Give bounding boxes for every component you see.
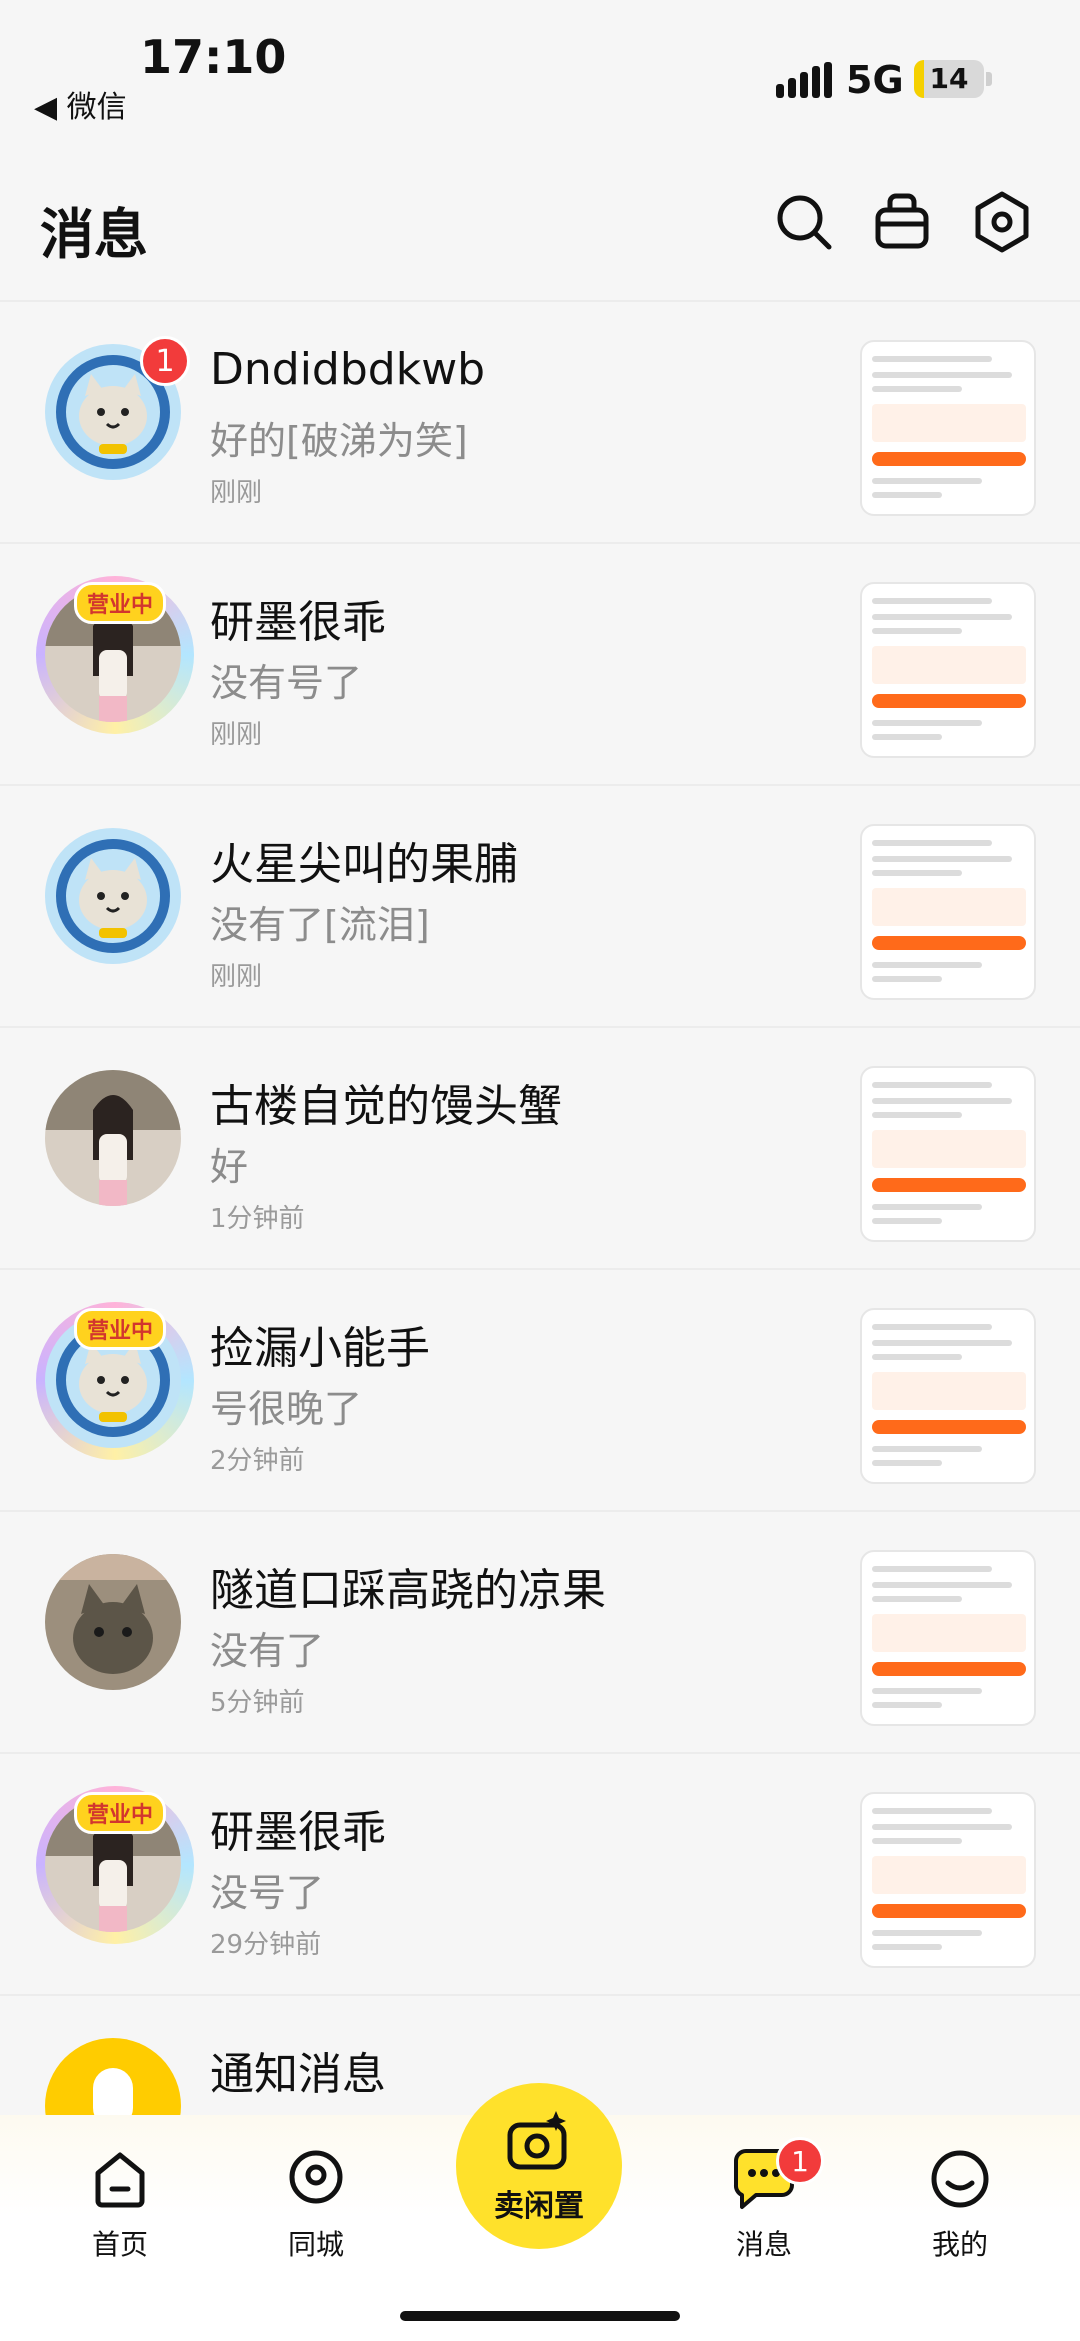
nav-home[interactable]: 首页 (50, 2143, 190, 2263)
avatar-wrapper: 营业中 (36, 1302, 194, 1460)
last-message: 好 (210, 1145, 249, 1189)
header: 消息 (0, 170, 1080, 280)
status-bar: 17:10 ◀ 微信 5G 14 (0, 0, 1080, 130)
message-time: 2分钟前 (210, 1446, 305, 1476)
nav-messages[interactable]: 1 消息 (694, 2137, 834, 2263)
battery-tip (986, 72, 992, 86)
last-message: 没有号了 (210, 661, 363, 705)
conversation-row[interactable]: 营业中 研墨很乖没号了 29分钟前 (0, 1752, 1080, 1994)
item-thumbnail[interactable] (860, 582, 1036, 758)
home-icon (95, 2152, 145, 2208)
last-message: 号很晚了 (210, 1387, 363, 1431)
message-time: 5分钟前 (210, 1688, 305, 1718)
last-message: 没有了[流泪] (210, 903, 430, 947)
messages-unread-badge: 1 (776, 2137, 824, 2185)
shop-bag-icon[interactable] (870, 190, 934, 254)
item-thumbnail[interactable] (860, 1792, 1036, 1968)
conversation-row[interactable]: 1 Dndidbdkwb 好的[破涕为笑] 刚刚 (0, 300, 1080, 542)
battery-level: 14 (929, 62, 969, 95)
avatar[interactable] (45, 1070, 181, 1206)
camera-sparkle-icon (507, 2111, 567, 2170)
contact-name: 研墨很乖 (210, 1807, 386, 1858)
search-icon[interactable] (772, 190, 836, 254)
clock: 17:10 (140, 30, 287, 84)
conversation-row[interactable]: 火星尖叫的果脯没有了[流泪] 刚刚 (0, 784, 1080, 1026)
open-for-business-badge: 营业中 (74, 1308, 167, 1350)
conversation-list: 1 Dndidbdkwb 好的[破涕为笑] 刚刚 营业中 研墨很乖 没有号了 刚刚 火星尖叫的果… (0, 300, 1080, 2236)
sell-idle-button[interactable]: 卖闲置 (456, 2083, 622, 2249)
contact-name: 隧道口踩高跷的凉果 (210, 1565, 606, 1616)
message-time: 29分钟前 (210, 1930, 322, 1960)
contact-name: 通知消息 (210, 2049, 386, 2100)
contact-name: 研墨很乖 (210, 597, 386, 648)
smile-face-icon (931, 2150, 989, 2208)
page-title: 消息 (40, 203, 148, 266)
contact-name: 古楼自觉的馒头蟹 (210, 1081, 562, 1132)
settings-icon[interactable] (970, 190, 1034, 254)
network-type: 5G (846, 58, 904, 102)
nav-label: 消息 (735, 2228, 792, 2261)
nav-label: 同城 (287, 2228, 344, 2261)
item-thumbnail[interactable] (860, 1066, 1036, 1242)
avatar-wrapper: 营业中 (36, 576, 194, 734)
open-for-business-badge: 营业中 (74, 582, 167, 624)
nav-label: 我的 (931, 2228, 988, 2261)
last-message: 没号了 (210, 1871, 325, 1915)
avatar-wrapper (40, 1064, 190, 1214)
avatar-wrapper (40, 1548, 190, 1698)
unread-count-badge: 1 (140, 336, 190, 386)
contact-name: 火星尖叫的果脯 (210, 839, 518, 890)
conversation-row[interactable]: 营业中 捡漏小能手号很晚了 2分钟前 (0, 1268, 1080, 1510)
message-time: 刚刚 (210, 962, 263, 992)
last-message: 好的[破涕为笑] (210, 419, 468, 463)
item-thumbnail[interactable] (860, 1550, 1036, 1726)
avatar[interactable] (45, 828, 181, 964)
item-thumbnail[interactable] (860, 340, 1036, 516)
conversation-row[interactable]: 隧道口踩高跷的凉果没有了 5分钟前 (0, 1510, 1080, 1752)
contact-name: 捡漏小能手 (210, 1323, 430, 1374)
avatar-wrapper: 营业中 (36, 1786, 194, 1944)
avatar-wrapper: 1 (40, 336, 190, 488)
location-icon (289, 2150, 343, 2204)
back-to-wechat-link[interactable]: ◀ 微信 (34, 82, 127, 126)
conversation-row[interactable]: 古楼自觉的馒头蟹好 1分钟前 (0, 1026, 1080, 1268)
battery-icon: 14 (914, 60, 984, 98)
nav-local[interactable]: 同城 (246, 2143, 386, 2263)
nav-label: 首页 (91, 2228, 148, 2261)
home-indicator (400, 2311, 680, 2321)
signal-icon (776, 62, 832, 98)
open-for-business-badge: 营业中 (74, 1792, 167, 1834)
message-time: 刚刚 (210, 478, 263, 508)
contact-name: Dndidbdkwb (210, 344, 486, 395)
message-time: 1分钟前 (210, 1204, 305, 1234)
sell-idle-label: 卖闲置 (494, 2189, 584, 2224)
message-time: 刚刚 (210, 720, 263, 750)
bottom-nav: 首页 同城 卖闲置 1 消息 我的 (0, 2083, 1080, 2341)
avatar[interactable] (45, 1554, 181, 1690)
avatar-wrapper (40, 822, 190, 972)
conversation-row[interactable]: 营业中 研墨很乖没有号了刚刚 (0, 542, 1080, 784)
item-thumbnail[interactable] (860, 824, 1036, 1000)
nav-profile[interactable]: 我的 (890, 2143, 1030, 2263)
last-message: 没有了 (210, 1629, 325, 1673)
item-thumbnail[interactable] (860, 1308, 1036, 1484)
